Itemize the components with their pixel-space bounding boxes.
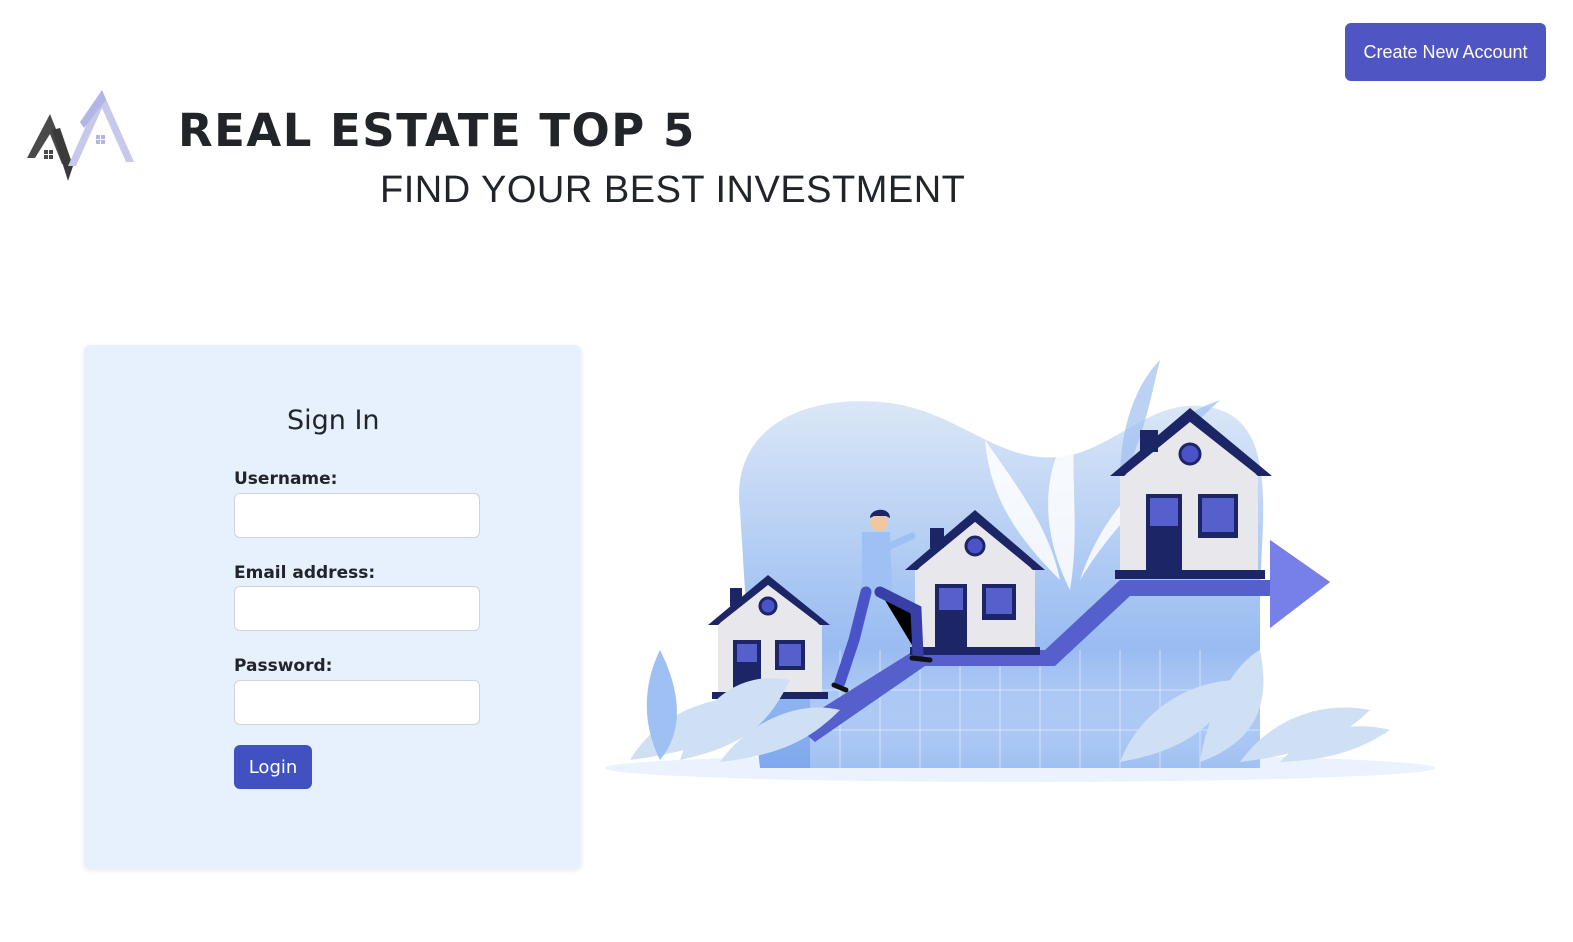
logo-icon [22, 86, 140, 186]
login-button[interactable]: Login [234, 745, 312, 789]
username-label: Username: [234, 469, 338, 489]
brand-title: REAL ESTATE TOP 5 [178, 104, 696, 157]
email-input[interactable] [234, 586, 480, 631]
username-input[interactable] [234, 493, 480, 538]
houses-growth-illustration [600, 350, 1440, 790]
password-input[interactable] [234, 680, 480, 725]
create-new-account-button[interactable]: Create New Account [1345, 23, 1546, 81]
brand-subtitle: FIND YOUR BEST INVESTMENT [380, 169, 966, 211]
email-label: Email address: [234, 563, 376, 583]
sign-in-card: Sign In Username: Email address: Passwor… [84, 345, 581, 868]
password-label: Password: [234, 656, 333, 676]
sign-in-title: Sign In [287, 405, 380, 436]
